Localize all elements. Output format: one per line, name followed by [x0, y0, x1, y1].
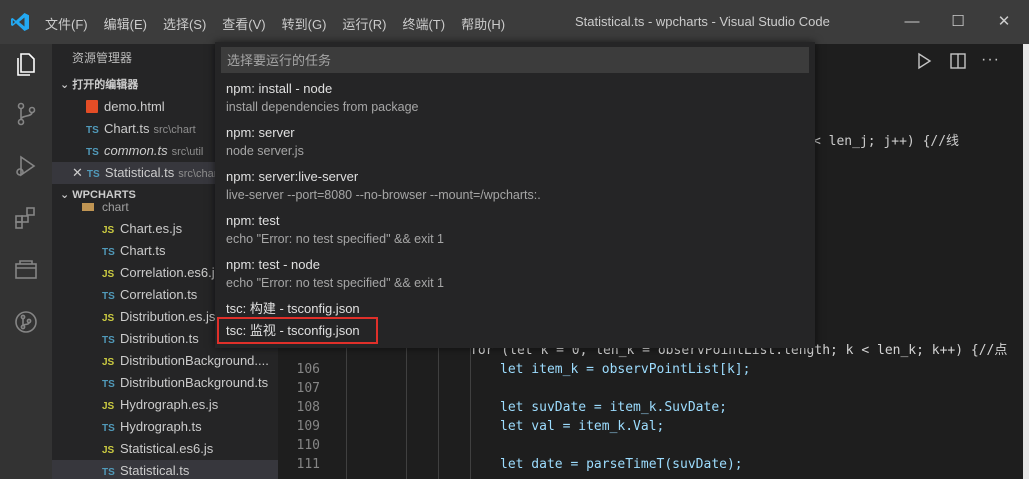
code-line: 108 let suvDate = item_k.SuvDate;: [296, 400, 727, 415]
more-actions-icon[interactable]: ···: [981, 52, 999, 70]
menu-terminal[interactable]: 终端(T): [402, 14, 445, 33]
task-item-server[interactable]: npm: server node server.js: [215, 124, 815, 160]
extensions-icon[interactable]: [12, 204, 40, 232]
menu-run[interactable]: 运行(R): [342, 14, 386, 33]
task-search-input[interactable]: [221, 47, 809, 73]
file-item-selected[interactable]: TS Statistical.ts: [52, 460, 278, 479]
ts-file-icon: TS: [102, 379, 115, 390]
vscode-logo-icon: [11, 13, 29, 31]
menu-help[interactable]: 帮助(H): [461, 14, 505, 33]
chevron-down-icon: ⌄: [60, 79, 73, 91]
code-line: 106 let item_k = observPointList[k];: [296, 362, 751, 377]
ts-file-icon: TS: [102, 247, 115, 258]
title-bar: 文件(F) 编辑(E) 选择(S) 查看(V) 转到(G) 运行(R) 终端(T…: [0, 0, 1029, 44]
file-item[interactable]: JS DistributionBackground....: [52, 350, 278, 372]
task-item-live-server[interactable]: npm: server:live-server live-server --po…: [215, 168, 815, 204]
window-edge: [1023, 44, 1029, 479]
explorer-icon[interactable]: [12, 50, 40, 78]
highlight-annotation-box: [217, 317, 378, 344]
menu-file[interactable]: 文件(F): [45, 14, 88, 33]
ts-file-icon: TS: [102, 423, 115, 434]
code-line: 110: [296, 438, 320, 453]
task-quick-pick: npm: install - node install dependencies…: [215, 42, 815, 348]
window-title: Statistical.ts - wpcharts - Visual Studi…: [575, 14, 830, 29]
js-file-icon: JS: [102, 225, 115, 236]
ts-file-icon: TS: [86, 147, 99, 158]
open-editors-section[interactable]: ⌄ 打开的编辑器: [52, 74, 138, 96]
task-item-test[interactable]: npm: test echo "Error: no test specified…: [215, 212, 815, 248]
js-file-icon: JS: [102, 445, 115, 456]
code-line: 111 let date = parseTimeT(suvDate);: [296, 457, 743, 472]
js-file-icon: JS: [102, 269, 115, 280]
menu-bar: 文件(F) 编辑(E) 选择(S) 查看(V) 转到(G) 运行(R) 终端(T…: [45, 14, 505, 33]
maximize-button[interactable]: ☐: [943, 10, 973, 34]
minimize-button[interactable]: —: [897, 10, 927, 34]
js-file-icon: JS: [102, 313, 115, 324]
file-item[interactable]: JS Hydrograph.es.js: [52, 394, 278, 416]
activity-bar: [0, 44, 52, 479]
file-item[interactable]: TS DistributionBackground.ts: [52, 372, 278, 394]
ts-file-icon: TS: [86, 169, 100, 180]
ts-file-icon: TS: [86, 125, 99, 136]
close-icon[interactable]: ✕: [72, 165, 83, 180]
ts-file-icon: TS: [102, 467, 115, 478]
run-debug-icon[interactable]: [12, 152, 40, 180]
file-item[interactable]: TS Hydrograph.ts: [52, 416, 278, 438]
menu-selection[interactable]: 选择(S): [163, 14, 206, 33]
run-icon[interactable]: [915, 52, 933, 70]
js-file-icon: JS: [102, 401, 115, 412]
task-item-tsc-build[interactable]: tsc: 构建 - tsconfig.json: [215, 300, 815, 318]
menu-edit[interactable]: 编辑(E): [104, 14, 147, 33]
code-line-fragment: < len_j; j++) {//线: [813, 134, 960, 149]
js-file-icon: JS: [102, 357, 115, 368]
remote-explorer-icon[interactable]: [12, 256, 40, 284]
split-editor-icon[interactable]: [949, 52, 967, 70]
source-control-icon[interactable]: [12, 100, 40, 128]
code-line: 109 let val = item_k.Val;: [296, 419, 665, 434]
menu-view[interactable]: 查看(V): [222, 14, 265, 33]
folder-icon: [82, 203, 94, 211]
git-graph-icon[interactable]: [12, 308, 40, 336]
close-button[interactable]: ✕: [989, 10, 1019, 34]
code-line: 107: [296, 381, 320, 396]
menu-go[interactable]: 转到(G): [282, 14, 327, 33]
file-item[interactable]: JS Statistical.es6.js: [52, 438, 278, 460]
task-item-install-node[interactable]: npm: install - node install dependencies…: [215, 80, 815, 116]
ts-file-icon: TS: [102, 291, 115, 302]
ts-file-icon: TS: [102, 335, 115, 346]
task-item-test-node[interactable]: npm: test - node echo "Error: no test sp…: [215, 256, 815, 292]
editor-toolbar: ···: [909, 44, 1029, 79]
html-file-icon: [86, 100, 98, 113]
